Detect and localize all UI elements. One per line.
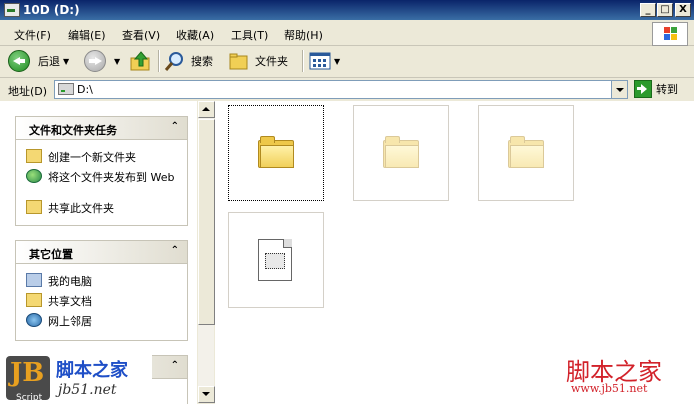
scroll-down-button[interactable] [198,386,215,403]
vertical-scrollbar[interactable] [198,101,215,403]
place-my-computer[interactable]: 我的电脑 [26,273,92,289]
other-places-panel: 其它位置 ⌃ 我的电脑 共享文档 网上邻居 [15,240,188,341]
watermark-logo: JB Script 脚本之家 jb51.net [0,352,152,404]
go-label: 转到 [656,83,678,96]
address-bar: 地址(D) D:\ 转到 [0,78,694,100]
close-button[interactable]: X [675,3,691,17]
network-places-icon [26,313,42,327]
task-label: 将这个文件夹发布到 Web [48,171,175,184]
go-button[interactable]: 转到 [634,80,678,98]
views-icon [309,52,331,70]
folders-label: 文件夹 [255,55,288,68]
back-button[interactable]: 后退 ▼ [8,49,69,73]
search-icon [164,52,183,71]
search-label: 搜索 [191,55,213,68]
logo-script-text: Script [16,393,43,403]
task-new-folder[interactable]: 创建一个新文件夹 [26,149,136,165]
publish-web-icon [26,169,42,183]
back-arrow-icon [8,50,30,72]
new-folder-icon [26,149,42,163]
shared-documents-icon [26,293,42,307]
logo-mark: JB [10,358,45,388]
hidden-folder-item[interactable] [353,105,449,201]
hidden-file-item[interactable] [228,212,324,308]
back-dropdown-icon[interactable]: ▼ [63,57,69,66]
views-dropdown-icon[interactable]: ▼ [334,57,340,66]
menu-help[interactable]: 帮助(H) [284,27,323,43]
menu-edit[interactable]: 编辑(E) [68,27,106,43]
scroll-thumb[interactable] [198,119,215,325]
menu-tools[interactable]: 工具(T) [231,27,268,43]
menu-view[interactable]: 查看(V) [122,27,160,43]
drive-icon [4,3,20,17]
place-network[interactable]: 网上邻居 [26,313,92,329]
scroll-up-button[interactable] [198,101,215,118]
collapse-chevron-icon[interactable]: ⌃ [171,121,179,132]
panel-title: 其它位置 [29,248,73,261]
title-bar[interactable]: 10D (D:) _ □ X [0,0,694,20]
task-share-folder[interactable]: 共享此文件夹 [26,200,114,216]
system-file-icon [258,239,292,281]
place-label: 网上邻居 [48,315,92,328]
panel-title: 文件和文件夹任务 [29,124,117,137]
search-button[interactable]: 搜索 [164,49,213,73]
folders-icon [229,53,248,70]
place-shared-documents[interactable]: 共享文档 [26,293,92,309]
file-folder-tasks-panel: 文件和文件夹任务 ⌃ 创建一个新文件夹 将这个文件夹发布到 Web 共享此文件夹 [15,116,188,226]
address-input[interactable]: D:\ [54,80,628,99]
address-label: 地址(D) [8,85,48,98]
menu-file[interactable]: 文件(F) [14,27,51,43]
toolbar-separator [302,50,304,72]
maximize-button[interactable]: □ [657,3,673,17]
panel-header[interactable]: 其它位置 ⌃ [16,241,187,264]
task-publish-web[interactable]: 将这个文件夹发布到 Web [26,169,176,185]
watermark-brand: 脚本之家 [56,360,128,381]
forward-button[interactable]: ▼ [84,49,120,73]
place-label: 共享文档 [48,295,92,308]
task-label: 共享此文件夹 [48,202,114,215]
watermark-url: jb51.net [58,382,117,398]
explorer-window: 10D (D:) _ □ X 文件(F) 编辑(E) 查看(V) 收藏(A) 工… [0,0,694,404]
jb-logo-icon: JB Script [6,356,50,403]
address-dropdown-button[interactable] [611,81,627,98]
folder-item[interactable] [228,105,324,201]
task-label: 创建一个新文件夹 [48,151,136,164]
views-button[interactable]: ▼ [309,49,340,73]
hidden-folder-item[interactable] [478,105,574,201]
minimize-button[interactable]: _ [640,3,656,17]
watermark-url-right: www.jb51.net [571,382,648,395]
hidden-folder-icon [508,136,544,168]
toolbar: 后退 ▼ ▼ 搜索 文件夹 ▼ [0,46,694,78]
my-computer-icon [26,273,42,287]
go-arrow-icon [634,80,652,98]
toolbar-separator [158,50,160,72]
up-button[interactable] [130,49,152,73]
folder-icon [258,136,294,168]
drive-icon [58,83,74,95]
collapse-chevron-icon[interactable]: ⌃ [171,245,179,256]
folder-up-icon [130,51,150,71]
folders-button[interactable]: 文件夹 [228,49,288,73]
window-title: 10D (D:) [23,3,80,17]
back-label: 后退 [38,55,60,68]
address-value[interactable]: D:\ [77,83,93,96]
place-label: 我的电脑 [48,275,92,288]
collapse-chevron-icon[interactable]: ⌃ [171,360,179,371]
windows-logo-icon [652,22,688,46]
menu-bar: 文件(F) 编辑(E) 查看(V) 收藏(A) 工具(T) 帮助(H) [0,21,694,46]
panel-header[interactable]: 文件和文件夹任务 ⌃ [16,117,187,140]
hidden-folder-icon [383,136,419,168]
forward-dropdown-icon[interactable]: ▼ [114,57,120,66]
forward-arrow-icon [84,50,106,72]
menu-favorites[interactable]: 收藏(A) [176,27,214,43]
share-folder-icon [26,200,42,214]
